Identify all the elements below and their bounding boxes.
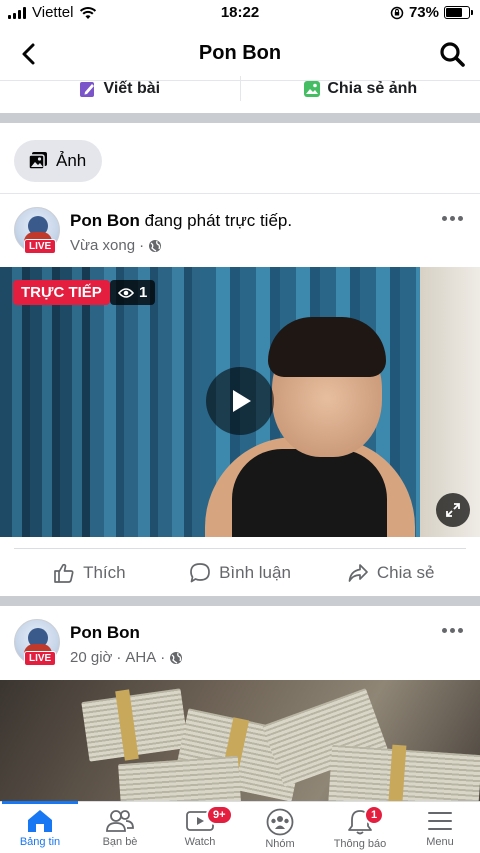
write-post-label: Viết bài — [103, 79, 161, 97]
curtain-left — [0, 267, 90, 537]
post-author-line: Pon Bon — [70, 623, 140, 643]
globe-icon — [170, 651, 183, 664]
globe-icon — [149, 239, 162, 252]
post-meta: 20 giờ · AHA · — [70, 649, 183, 666]
status-right: 73% — [390, 4, 473, 21]
post-time[interactable]: 20 giờ — [70, 649, 112, 666]
home-icon — [28, 810, 52, 832]
post-header: LIVE Pon Bon đang phát trực tiếp. Vừa xo… — [0, 207, 480, 267]
battery-icon — [444, 6, 473, 19]
post-meta: Vừa xong · — [70, 237, 162, 254]
like-button[interactable]: Thích — [14, 549, 165, 597]
share-button[interactable]: Chia sẻ — [315, 549, 466, 597]
post-author-name[interactable]: Pon Bon — [70, 623, 140, 642]
expand-icon — [446, 503, 460, 517]
status-bar: Viettel 18:22 73% — [0, 0, 480, 26]
comment-icon — [190, 562, 210, 582]
post-more-button[interactable] — [442, 623, 466, 637]
curtain-mid — [90, 267, 200, 537]
live-video[interactable]: TRỰC TIẾP 1 — [0, 267, 480, 537]
viewer-count-value: 1 — [139, 284, 148, 301]
meta-separator: · — [116, 649, 122, 666]
thumbs-up-icon — [54, 563, 74, 583]
avatar[interactable]: LIVE — [14, 619, 60, 666]
bottom-navigation: Bảng tin Bạn bè 9+ Watch Nhóm 1 Thông bá… — [0, 801, 480, 853]
person-shirt — [232, 449, 387, 537]
eye-icon — [118, 287, 134, 298]
nav-item-groups[interactable]: Nhóm — [240, 802, 320, 853]
chevron-left-icon — [22, 43, 35, 65]
top-header: Pon Bon — [0, 30, 480, 78]
nav-label: Menu — [426, 836, 454, 848]
post-header: LIVE Pon Bon 20 giờ · AHA · — [0, 619, 480, 679]
search-icon — [440, 42, 465, 67]
post-time[interactable]: Vừa xong — [70, 237, 135, 254]
groups-icon — [266, 808, 294, 836]
play-icon — [233, 390, 251, 412]
photos-chip[interactable]: Ảnh — [14, 140, 103, 182]
meta-separator: · — [160, 649, 166, 666]
nav-label: Bạn bè — [102, 836, 138, 848]
photos-chip-label: Ảnh — [56, 151, 87, 170]
viewer-count: 1 — [110, 280, 156, 305]
post-extra: AHA — [125, 649, 157, 666]
post-author-name[interactable]: Pon Bon — [70, 211, 140, 230]
nav-label: Watch — [184, 836, 216, 848]
live-tag: TRỰC TIẾP — [13, 280, 110, 305]
photo-icon — [28, 152, 47, 170]
nav-label: Nhóm — [265, 838, 295, 850]
meta-separator: · — [139, 237, 145, 254]
avatar[interactable]: LIVE — [14, 207, 60, 254]
reaction-bar: Thích Bình luận Chia sẻ — [14, 548, 466, 596]
nav-label: Bảng tin — [19, 836, 61, 848]
nav-item-watch[interactable]: 9+ Watch — [160, 802, 240, 853]
play-button[interactable] — [206, 367, 274, 435]
notifications-badge: 1 — [364, 805, 385, 825]
live-badge: LIVE — [24, 239, 57, 254]
watch-badge: 9+ — [206, 805, 233, 825]
comment-label: Bình luận — [219, 562, 291, 582]
fullscreen-button[interactable] — [436, 493, 470, 527]
post-author-line: Pon Bon đang phát trực tiếp. — [70, 211, 292, 231]
nav-label: Thông báo — [333, 838, 387, 850]
thin-divider — [0, 193, 480, 194]
post-image[interactable] — [0, 680, 480, 803]
battery-percent: 73% — [408, 4, 439, 21]
nav-item-menu[interactable]: Menu — [400, 802, 480, 853]
post-action-text: đang phát trực tiếp. — [139, 211, 293, 230]
back-button[interactable] — [14, 38, 46, 70]
pencil-icon — [80, 81, 95, 97]
share-photo-label: Chia sẻ ảnh — [327, 79, 418, 97]
write-post-button[interactable]: Viết bài — [0, 76, 240, 101]
search-button[interactable] — [436, 38, 468, 70]
nav-item-home[interactable]: Bảng tin — [0, 801, 80, 853]
like-label: Thích — [83, 562, 126, 582]
orientation-lock-icon — [390, 6, 404, 19]
composer-actions: Viết bài Chia sẻ ảnh — [0, 76, 480, 106]
nav-item-notifications[interactable]: 1 Thông báo — [320, 802, 400, 853]
section-divider — [0, 596, 480, 606]
share-label: Chia sẻ — [376, 562, 435, 582]
photo-icon — [304, 80, 321, 97]
section-divider — [0, 113, 480, 123]
post-more-button[interactable] — [442, 211, 466, 225]
friends-icon — [106, 810, 134, 832]
person-hair — [268, 317, 386, 377]
battery-level — [446, 8, 463, 17]
comment-button[interactable]: Bình luận — [165, 549, 316, 597]
page-title: Pon Bon — [198, 42, 282, 64]
share-photo-button[interactable]: Chia sẻ ảnh — [239, 76, 480, 101]
share-icon — [348, 563, 368, 582]
nav-item-friends[interactable]: Bạn bè — [80, 802, 160, 853]
live-badge: LIVE — [24, 651, 57, 666]
menu-icon — [428, 812, 452, 830]
